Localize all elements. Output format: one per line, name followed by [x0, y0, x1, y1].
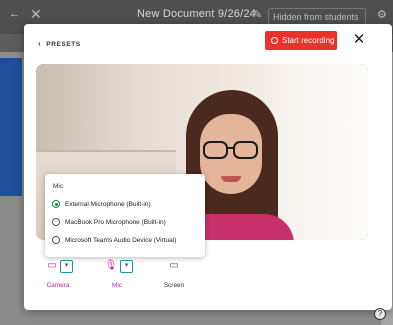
mic-option-macbook[interactable]: MacBook Pro Microphone (Built-in)	[52, 218, 166, 228]
presets-back-link[interactable]: ‹ PRESETS	[38, 39, 81, 48]
side-panel	[0, 58, 22, 196]
mic-dropdown-menu: Mic External Microphone (Built-in) MacBo…	[45, 174, 205, 257]
camera-icon[interactable]: ▭	[45, 260, 59, 272]
camera-label: Camera	[46, 282, 70, 289]
microphone-icon[interactable]: 🎙	[104, 260, 118, 272]
radio-icon[interactable]	[52, 236, 60, 244]
radio-selected-icon[interactable]	[52, 200, 60, 208]
mic-option-label: MacBook Pro Microphone (Built-in)	[65, 219, 166, 226]
start-recording-label: Start recording	[282, 36, 335, 45]
recording-modal: ‹ PRESETS Start recording ✕ Mic External …	[24, 24, 392, 310]
mic-option-external[interactable]: External Microphone (Built-in)	[52, 200, 151, 210]
help-icon[interactable]: ?	[374, 308, 386, 320]
presets-label: PRESETS	[46, 41, 81, 48]
camera-dropdown-toggle[interactable]: ▾	[60, 260, 73, 273]
record-icon	[271, 37, 278, 44]
mic-dropdown-toggle[interactable]: ▾	[120, 260, 133, 273]
mic-option-label: Microsoft Teams Audio Device (Virtual)	[65, 237, 177, 244]
start-recording-button[interactable]: Start recording	[265, 31, 337, 50]
lock-icon: ✎	[253, 9, 263, 21]
mic-menu-title: Mic	[53, 183, 64, 190]
screen-label: Screen	[163, 282, 185, 289]
screen-share-icon[interactable]: ▭	[167, 260, 181, 272]
gear-icon[interactable]: ⚙	[377, 8, 387, 21]
mic-label: Mic	[111, 282, 123, 289]
radio-icon[interactable]	[52, 218, 60, 226]
mic-option-label: External Microphone (Built-in)	[65, 201, 151, 208]
chevron-left-icon: ‹	[38, 39, 42, 48]
mic-option-teams[interactable]: Microsoft Teams Audio Device (Virtual)	[52, 236, 176, 246]
close-modal-button[interactable]: ✕	[351, 32, 367, 48]
